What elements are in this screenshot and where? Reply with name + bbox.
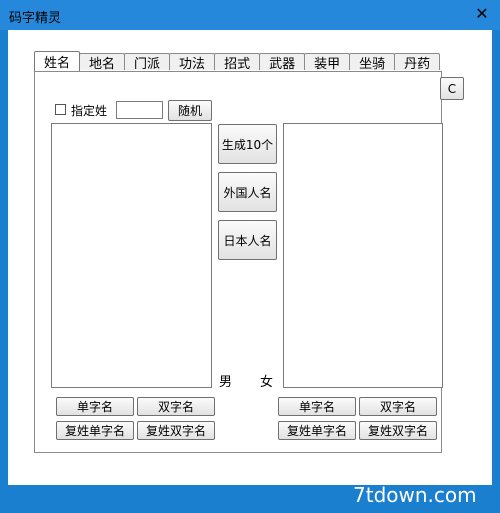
- title-bar[interactable]: 码字精灵 ✕: [0, 0, 500, 30]
- tab-weapon[interactable]: 武器: [259, 53, 306, 72]
- tab-pill[interactable]: 丹药: [394, 53, 441, 72]
- female-single-char-button[interactable]: 单字名: [278, 397, 356, 416]
- tab-skill[interactable]: 功法: [169, 53, 216, 72]
- female-name-list[interactable]: [283, 123, 443, 388]
- tab-armor[interactable]: 装甲: [304, 53, 351, 72]
- close-icon[interactable]: ✕: [474, 6, 490, 22]
- tab-move[interactable]: 招式: [214, 53, 261, 72]
- specify-surname-checkbox[interactable]: [55, 104, 66, 115]
- generate-ten-button[interactable]: 生成10个: [218, 124, 277, 164]
- female-compound-double-button[interactable]: 复姓双字名: [359, 421, 437, 440]
- tab-sect[interactable]: 门派: [124, 53, 171, 72]
- male-label: 男: [219, 375, 233, 390]
- female-double-char-button[interactable]: 双字名: [359, 397, 437, 416]
- male-single-char-button[interactable]: 单字名: [56, 397, 134, 416]
- japanese-name-button[interactable]: 日本人名: [218, 220, 277, 260]
- site-watermark: 7tdown.com: [353, 483, 477, 507]
- surname-input[interactable]: [116, 101, 163, 119]
- female-compound-single-button[interactable]: 复姓单字名: [278, 421, 356, 440]
- tab-place-name[interactable]: 地名: [79, 53, 126, 72]
- window-title: 码字精灵: [9, 11, 62, 26]
- female-label: 女: [260, 375, 274, 390]
- specify-surname-label: 指定姓: [71, 104, 108, 118]
- tab-strip: 姓名 地名 门派 功法 招式 武器 装甲 坐骑 丹药: [34, 51, 441, 72]
- male-name-list[interactable]: [51, 123, 212, 388]
- male-compound-single-button[interactable]: 复姓单字名: [56, 421, 134, 440]
- male-double-char-button[interactable]: 双字名: [137, 397, 215, 416]
- foreign-name-button[interactable]: 外国人名: [218, 172, 277, 212]
- random-button[interactable]: 随机: [168, 100, 212, 121]
- tab-surname[interactable]: 姓名: [34, 51, 81, 71]
- tab-mount[interactable]: 坐骑: [349, 53, 396, 72]
- male-compound-double-button[interactable]: 复姓双字名: [137, 421, 215, 440]
- copy-button[interactable]: C: [440, 77, 464, 100]
